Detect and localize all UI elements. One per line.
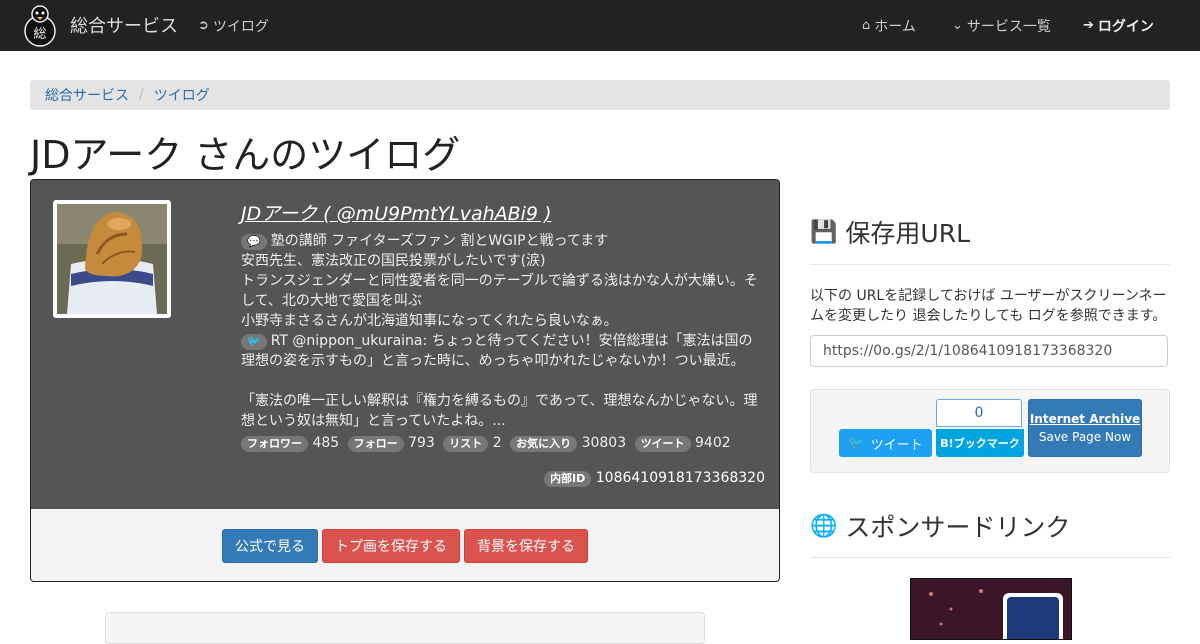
save-url-heading-text: 保存用URL — [845, 219, 971, 248]
nav-login[interactable]: ➔ ログイン — [1083, 0, 1154, 51]
twitter-bird-icon: 🐦 — [848, 435, 865, 451]
stat-label-tweets: ツイート — [634, 436, 691, 452]
hatena-bookmark-button[interactable]: B!ブックマーク — [936, 429, 1024, 457]
bio-line: 安西先生、憲法改正の国民投票がしたいです(涙) — [241, 253, 546, 269]
tweet-line: RT @nippon_ukuraina: ちょっと待ってください！安倍総理は「憲… — [241, 333, 753, 369]
page-title: JDアーク さんのツイログ — [30, 133, 461, 177]
internet-archive-title: Internet Archive — [1029, 412, 1141, 426]
divider — [810, 557, 1170, 558]
bio-line: 塾の講師 ファイターズファン 割とWGIPと戦ってます — [270, 233, 609, 249]
floppy-disk-icon: 💾 — [810, 219, 838, 245]
save-url-description: 以下の URLを記録しておけば ユーザーがスクリーンネームを変更したり 退会した… — [810, 288, 1167, 324]
tweet-share-button[interactable]: 🐦 ツイート — [839, 429, 932, 457]
internal-id: 内部ID 1086410918173368320 — [544, 470, 765, 487]
bio: 💬 塾の講師 ファイターズファン 割とWGIPと戦ってます 安西先生、憲法改正の国… — [241, 231, 766, 331]
navbar: 総 総合サービス ➲ ツイログ ⌂ ホーム ⌄ サービス一覧 ➔ ログイン — [0, 0, 1200, 51]
save-background-button[interactable]: 背景を保存する — [464, 529, 588, 563]
breadcrumb-item-home[interactable]: 総合サービス — [45, 85, 129, 105]
twitter-bird-icon: 🐦 — [241, 334, 267, 350]
breadcrumb-separator: / — [139, 87, 144, 103]
profile-info: JDアーク ( @mU9PmtYLvahABi9 ) 💬 塾の講師 ファイターズフ… — [241, 204, 766, 453]
tweet-share-label: ツイート — [870, 437, 923, 453]
stats: フォロワー 485 フォロー 793 リスト 2 お気に入り 30803 ツイー… — [241, 433, 766, 453]
stat-label-lists: リスト — [443, 436, 489, 452]
brand-title: 総合サービス — [70, 16, 178, 37]
avatar-image — [57, 204, 167, 314]
save-avatar-button[interactable]: トプ画を保存する — [322, 529, 460, 563]
nav-twilog-label: ツイログ — [212, 18, 269, 35]
tweet-line: 「憲法の唯一正しい解釈は『権力を縛るもの』であって、理想なんかじゃない。理想とい… — [241, 393, 758, 429]
stat-label-followers: フォロワー — [241, 436, 308, 452]
stat-label-favorites: お気に入り — [510, 436, 578, 452]
nav-services-label: サービス一覧 — [966, 18, 1051, 35]
avatar[interactable] — [53, 200, 171, 318]
nav-home-label: ホーム — [874, 18, 916, 35]
bio-line: 小野寺まさるさんが北海道知事になってくれたら良いなぁ。 — [241, 313, 618, 329]
ad-artwork — [911, 579, 1071, 639]
profile-actions: 公式で見る トプ画を保存する 背景を保存する — [30, 509, 780, 582]
chevron-down-icon: ⌄ — [952, 18, 963, 33]
stat-value-lists: 2 — [492, 435, 502, 451]
home-icon: ⌂ — [862, 18, 871, 33]
share-box: 🐦 ツイート 0 B!ブックマーク Internet Archive Save … — [810, 389, 1170, 473]
divider — [810, 264, 1170, 265]
nav-login-label: ログイン — [1097, 18, 1154, 35]
nav-home[interactable]: ⌂ ホーム — [862, 0, 916, 51]
globe-icon: 🌐 — [810, 513, 838, 539]
stat-value-tweets: 9402 — [695, 435, 731, 451]
brand-link[interactable]: 総 総合サービス — [20, 2, 178, 48]
chevron-circle-right-icon: ➲ — [198, 18, 209, 33]
internal-id-label: 内部ID — [544, 471, 592, 487]
nav-twilog[interactable]: ➲ ツイログ — [198, 0, 269, 51]
stat-value-followers: 485 — [312, 435, 340, 451]
sponsor-heading: 🌐 スポンサードリンク — [810, 508, 1070, 544]
sign-in-icon: ➔ — [1083, 18, 1094, 33]
stat-value-favorites: 30803 — [581, 435, 627, 451]
internet-archive-button[interactable]: Internet Archive Save Page Now — [1028, 399, 1142, 457]
stat-value-following: 793 — [408, 435, 435, 451]
official-view-button[interactable]: 公式で見る — [222, 529, 318, 563]
internal-id-value: 1086410918173368320 — [595, 470, 765, 486]
nav-services[interactable]: ⌄ サービス一覧 — [952, 0, 1051, 51]
tweet-list-card — [105, 612, 705, 644]
internet-archive-subtitle: Save Page Now — [1038, 430, 1132, 444]
comment-icon: 💬 — [241, 234, 267, 250]
hatena-bookmark-count[interactable]: 0 — [936, 399, 1022, 427]
save-url-input[interactable] — [810, 335, 1168, 367]
breadcrumb: 総合サービス / ツイログ — [30, 80, 1170, 110]
penguin-logo-icon: 総 — [24, 5, 56, 47]
breadcrumb-item-twilog[interactable]: ツイログ — [154, 85, 210, 105]
stat-label-following: フォロー — [347, 436, 404, 452]
latest-tweet: 🐦 RT @nippon_ukuraina: ちょっと待ってください！安倍総理は「… — [241, 331, 766, 431]
bio-line: トランスジェンダーと同性愛者を同一のテーブルで論ずる浅はかな人が大嫌い。そして、… — [241, 273, 758, 309]
profile-name-link[interactable]: JDアーク ( @mU9PmtYLvahABi9 ) — [241, 204, 766, 224]
sponsor-heading-text: スポンサードリンク — [845, 513, 1071, 542]
svg-text:総: 総 — [33, 27, 46, 42]
profile-card: JDアーク ( @mU9PmtYLvahABi9 ) 💬 塾の講師 ファイターズフ… — [30, 179, 780, 511]
save-url-heading: 💾 保存用URL — [810, 214, 970, 250]
sponsor-ad-image[interactable] — [910, 578, 1072, 640]
